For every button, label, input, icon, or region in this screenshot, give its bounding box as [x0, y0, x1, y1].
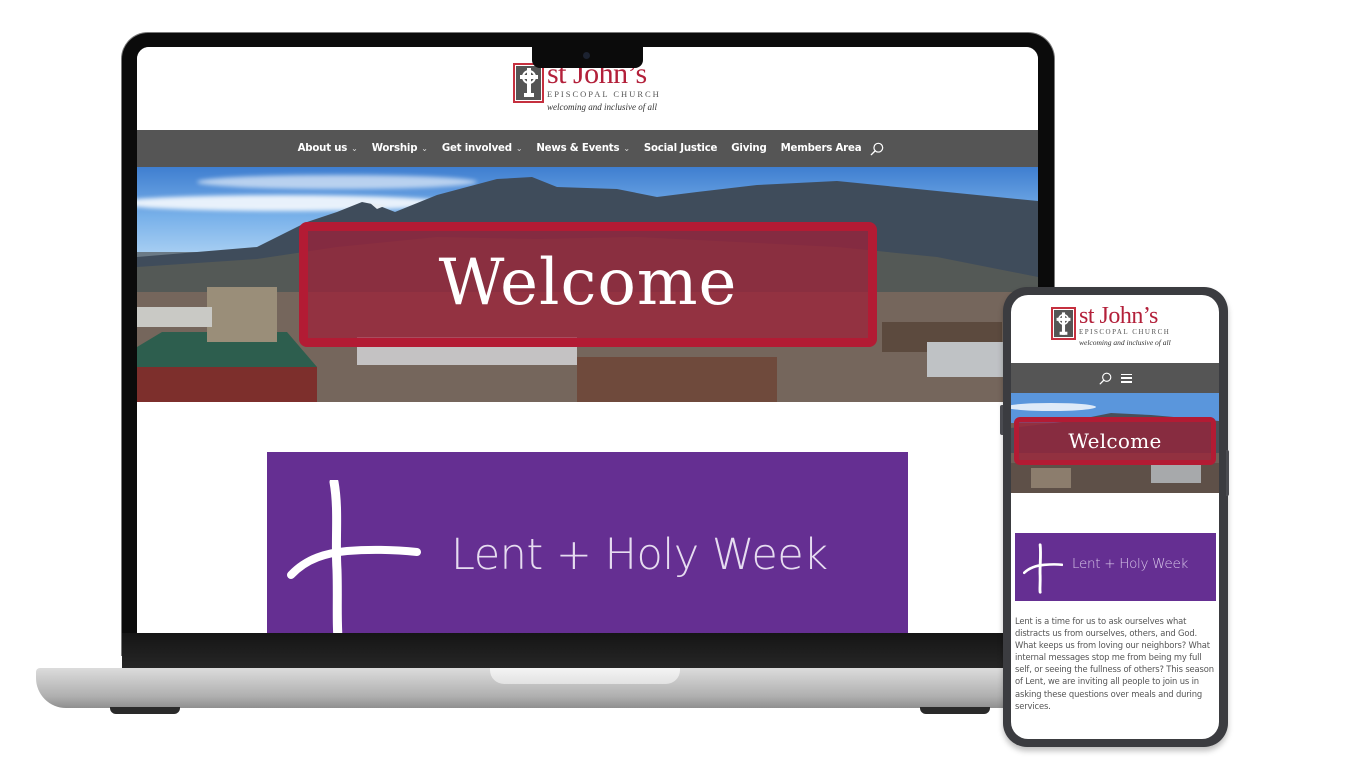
logo-wordmark: st John’s — [1079, 303, 1158, 329]
nav-item-about-us[interactable]: About us ⌄ — [298, 143, 358, 154]
celtic-cross-icon — [513, 63, 544, 103]
nav-item-news-events[interactable]: News & Events ⌄ — [536, 143, 630, 154]
nav-item-get-involved[interactable]: Get involved ⌄ — [442, 143, 523, 154]
chevron-down-icon: ⌄ — [351, 144, 358, 153]
ash-cross-icon — [287, 480, 421, 633]
nav-item-worship[interactable]: Worship ⌄ — [372, 143, 428, 154]
logo-subtitle: EPISCOPAL CHURCH — [1079, 328, 1171, 336]
mobile-website: st John’s EPISCOPAL CHURCH welcoming and… — [1011, 295, 1219, 739]
hero-banner: Welcome — [137, 167, 1038, 402]
chevron-down-icon: ⌄ — [515, 144, 523, 153]
phone-volume-button — [1000, 405, 1003, 435]
main-navigation: About us ⌄ Worship ⌄ Get involved ⌄ News & … — [137, 130, 1038, 167]
logo-tagline: welcoming and inclusive of all — [547, 102, 657, 112]
hero-welcome-box: Welcome — [1014, 417, 1216, 465]
laptop-foot — [110, 707, 180, 714]
desktop-website: st John’s EPISCOPAL CHURCH welcoming and… — [137, 47, 1038, 633]
nav-item-members-area[interactable]: Members Area — [781, 143, 862, 154]
celtic-cross-icon — [1051, 307, 1076, 340]
hamburger-menu-icon[interactable] — [1120, 373, 1132, 383]
lent-description-text: Lent is a time for us to ask ourselves w… — [1015, 616, 1214, 711]
hero-heading: Welcome — [438, 245, 738, 320]
lent-banner-title: Lent + Holy Week — [1072, 556, 1188, 572]
lent-holy-week-banner[interactable]: Lent + Holy Week — [267, 452, 908, 633]
mobile-hero-banner: Welcome — [1011, 393, 1219, 493]
search-icon[interactable] — [870, 142, 884, 156]
search-icon[interactable] — [1099, 372, 1112, 385]
chevron-down-icon: ⌄ — [623, 144, 630, 153]
hero-welcome-box: Welcome — [299, 222, 877, 347]
site-logo[interactable]: st John’s EPISCOPAL CHURCH welcoming and… — [1051, 303, 1171, 347]
lent-banner-title: Lent + Holy Week — [451, 530, 828, 580]
laptop-camera-notch — [532, 46, 643, 68]
chevron-down-icon: ⌄ — [421, 144, 428, 153]
laptop-foot — [920, 707, 990, 714]
hero-heading: Welcome — [1068, 429, 1162, 453]
site-logo[interactable]: st John’s EPISCOPAL CHURCH welcoming and… — [513, 59, 661, 112]
nav-item-giving[interactable]: Giving — [731, 143, 767, 154]
phone-side-button — [1226, 450, 1229, 496]
ash-cross-icon — [1023, 543, 1063, 594]
camera-icon — [583, 52, 590, 59]
laptop-chin — [122, 633, 1054, 668]
mobile-navigation — [1011, 363, 1219, 393]
lent-holy-week-banner[interactable]: Lent + Holy Week — [1015, 533, 1216, 601]
nav-item-social-justice[interactable]: Social Justice — [644, 143, 718, 154]
laptop-lid-opening-notch — [490, 668, 680, 684]
logo-tagline: welcoming and inclusive of all — [1079, 338, 1171, 347]
logo-subtitle: EPISCOPAL CHURCH — [547, 89, 661, 99]
